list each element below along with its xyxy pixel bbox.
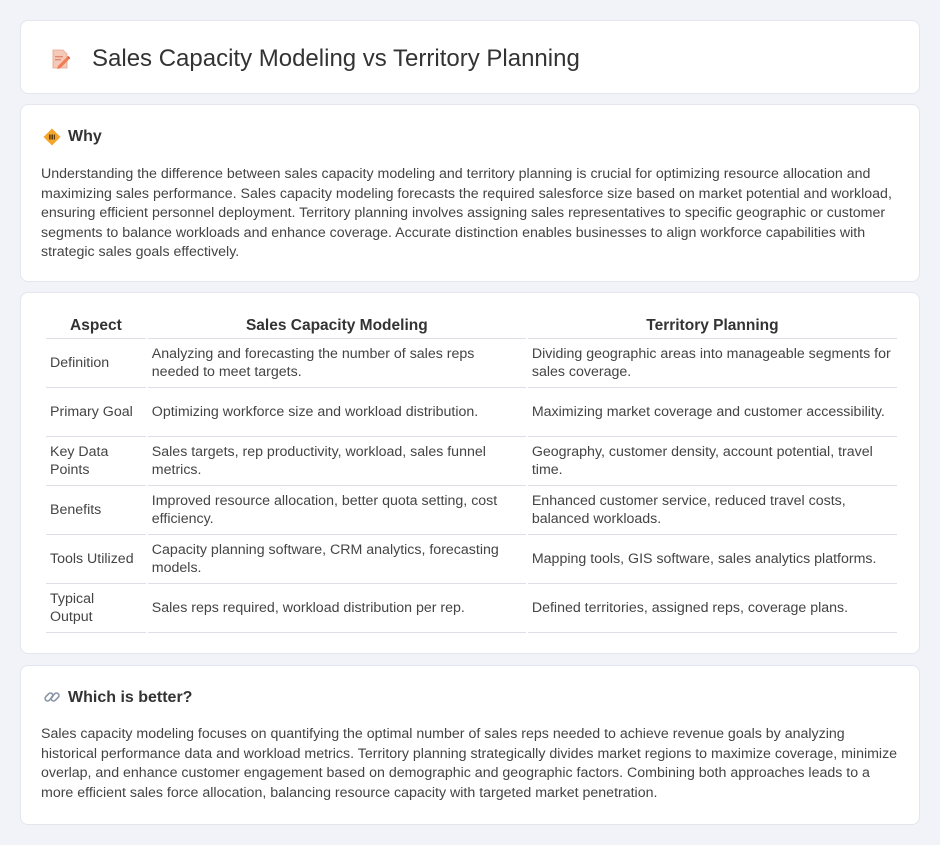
header-territory-planning: Territory Planning — [527, 315, 897, 339]
table-row: Tools Utilized Capacity planning softwar… — [46, 535, 897, 584]
row-capacity-value: Improved resource allocation, better quo… — [147, 486, 526, 535]
row-capacity-value: Sales targets, rep productivity, workloa… — [147, 437, 526, 486]
row-territory-value: Enhanced customer service, reduced trave… — [527, 486, 897, 535]
table-row: Typical Output Sales reps required, work… — [46, 584, 897, 633]
why-section: Why Understanding the difference between… — [20, 104, 920, 282]
comparison-card: Aspect Sales Capacity Modeling Territory… — [20, 292, 920, 654]
row-territory-value: Dividing geographic areas into manageabl… — [527, 339, 897, 388]
why-title: Why — [68, 128, 102, 145]
row-territory-value: Defined territories, assigned reps, cove… — [527, 584, 897, 633]
page-title: Sales Capacity Modeling vs Territory Pla… — [92, 45, 580, 72]
table-row: Key Data Points Sales targets, rep produ… — [46, 437, 897, 486]
better-title: Which is better? — [68, 689, 193, 706]
row-aspect: Benefits — [46, 486, 146, 535]
row-territory-value: Mapping tools, GIS software, sales analy… — [527, 535, 897, 584]
row-aspect: Typical Output — [46, 584, 146, 633]
row-aspect: Tools Utilized — [46, 535, 146, 584]
row-territory-value: Geography, customer density, account pot… — [527, 437, 897, 486]
row-capacity-value: Sales reps required, workload distributi… — [147, 584, 526, 633]
link-icon — [44, 692, 60, 702]
diamond-sign-icon — [43, 128, 61, 146]
comparison-table: Aspect Sales Capacity Modeling Territory… — [44, 315, 899, 633]
table-row: Benefits Improved resource allocation, b… — [46, 486, 897, 535]
row-territory-value: Maximizing market coverage and customer … — [527, 388, 897, 437]
header-card: Sales Capacity Modeling vs Territory Pla… — [20, 20, 920, 94]
pencil-doc-icon — [52, 49, 71, 69]
table-row: Definition Analyzing and forecasting the… — [46, 339, 897, 388]
which-is-better-section: Which is better? Sales capacity modeling… — [20, 665, 920, 825]
header-sales-capacity-modeling: Sales Capacity Modeling — [147, 315, 526, 339]
row-capacity-value: Optimizing workforce size and workload d… — [147, 388, 526, 437]
table-row: Primary Goal Optimizing workforce size a… — [46, 388, 897, 437]
better-text: Sales capacity modeling focuses on quant… — [41, 726, 898, 801]
row-capacity-value: Analyzing and forecasting the number of … — [147, 339, 526, 388]
header-aspect: Aspect — [46, 315, 146, 339]
row-aspect: Definition — [46, 339, 146, 388]
row-capacity-value: Capacity planning software, CRM analytic… — [147, 535, 526, 584]
row-aspect: Primary Goal — [46, 388, 146, 437]
why-text: Understanding the difference between sal… — [41, 166, 892, 261]
row-aspect: Key Data Points — [46, 437, 146, 486]
table-header-row: Aspect Sales Capacity Modeling Territory… — [46, 315, 897, 339]
